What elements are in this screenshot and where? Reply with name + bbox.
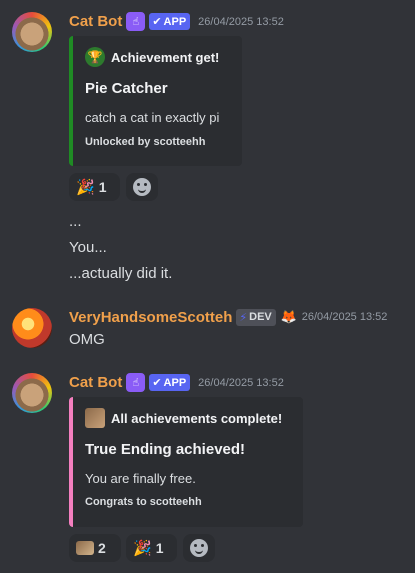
- embed-description: catch a cat in exactly pi: [85, 110, 220, 125]
- embed-footer: Unlocked by scotteehh: [85, 136, 206, 148]
- timestamp[interactable]: 26/04/2025 13:52: [198, 377, 284, 389]
- reaction-count: 1: [98, 179, 107, 195]
- message-text: ...actually did it.: [69, 265, 173, 282]
- lightning-icon: ⚡: [239, 311, 248, 324]
- embed-author: 🏆 Achievement get!: [85, 47, 219, 67]
- message-text: You...: [69, 239, 107, 256]
- timestamp[interactable]: 26/04/2025 13:52: [198, 16, 284, 28]
- embed-footer: Congrats to scotteehh: [85, 496, 202, 508]
- smiley-icon: [133, 178, 151, 196]
- message-header: Cat Bot ☝ ✔ APP 26/04/2025 13:52: [69, 12, 284, 31]
- embed-title: Pie Catcher: [85, 80, 168, 97]
- reaction-tada[interactable]: 🎉 1: [69, 173, 120, 201]
- checkmark-icon: ✔: [152, 16, 162, 28]
- embed-title: True Ending achieved!: [85, 441, 246, 458]
- cat-emoji-icon: [76, 541, 94, 555]
- author-name[interactable]: Cat Bot: [69, 13, 122, 30]
- message-header: Cat Bot ☝ ✔ APP 26/04/2025 13:52: [69, 373, 284, 392]
- app-badge: ✔ APP: [149, 374, 191, 391]
- message-text: OMG: [69, 331, 105, 348]
- party-popper-icon: 🎉: [76, 179, 95, 196]
- avatar-cat-bot[interactable]: [12, 373, 52, 413]
- timestamp[interactable]: 26/04/2025 13:52: [302, 311, 388, 323]
- embed-description: You are finally free.: [85, 471, 196, 486]
- reaction-tada[interactable]: 🎉 1: [126, 534, 177, 562]
- checkmark-icon: ✔: [152, 377, 162, 389]
- author-name[interactable]: VeryHandsomeScotteh: [69, 309, 232, 326]
- add-reaction-button[interactable]: [126, 173, 158, 201]
- smiley-icon: [190, 539, 208, 557]
- party-popper-icon: 🎉: [133, 540, 152, 557]
- reaction-count: 2: [98, 540, 106, 556]
- author-name[interactable]: Cat Bot: [69, 374, 122, 391]
- embed-achievement: 🏆 Achievement get! Pie Catcher catch a c…: [69, 36, 242, 166]
- reaction-cat[interactable]: 2: [69, 534, 121, 562]
- message-text: ...: [69, 213, 82, 230]
- avatar-cat-bot[interactable]: [12, 12, 52, 52]
- message-header: VeryHandsomeScotteh ⚡ DEV 🦊 26/04/2025 13…: [69, 308, 387, 326]
- add-reaction-button[interactable]: [183, 534, 215, 562]
- fox-icon[interactable]: 🦊: [280, 308, 298, 326]
- app-badge: ✔ APP: [149, 13, 191, 30]
- embed-achievement: All achievements complete! True Ending a…: [69, 397, 303, 527]
- hand-pointing-icon: ☝: [126, 373, 146, 392]
- embed-author: All achievements complete!: [85, 408, 282, 428]
- avatar-scotteh[interactable]: [12, 308, 52, 348]
- trophy-icon: 🏆: [85, 47, 105, 67]
- hand-pointing-icon: ☝: [126, 12, 146, 31]
- reaction-count: 1: [155, 540, 164, 556]
- dev-badge: ⚡ DEV: [236, 308, 276, 326]
- cat-icon: [85, 408, 105, 428]
